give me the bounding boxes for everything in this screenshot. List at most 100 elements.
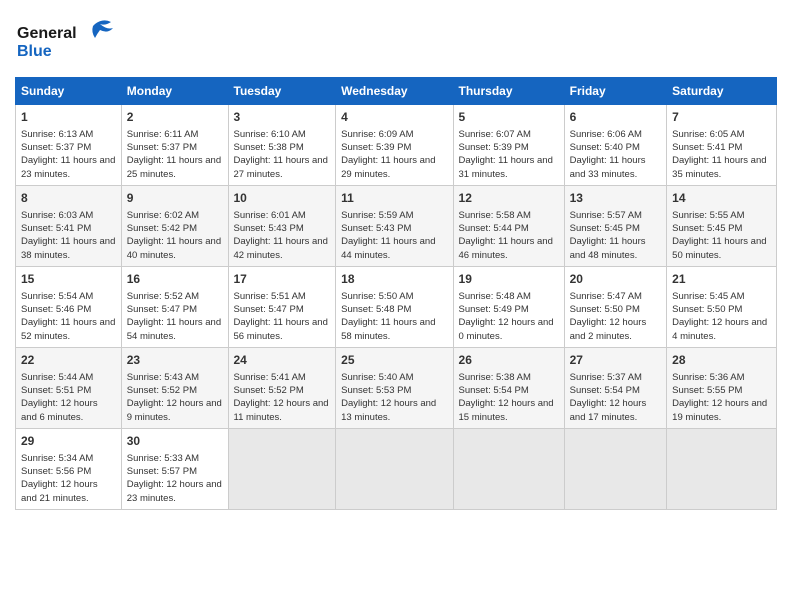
sunrise: Sunrise: 6:07 AM <box>459 129 531 140</box>
daylight: Daylight: 12 hours and 4 minutes. <box>672 317 767 341</box>
sunrise: Sunrise: 5:51 AM <box>234 291 306 302</box>
day-number: 1 <box>21 109 116 126</box>
daylight: Daylight: 11 hours and 54 minutes. <box>127 317 221 341</box>
sunset: Sunset: 5:52 PM <box>234 385 304 396</box>
day-header-monday: Monday <box>121 78 228 105</box>
day-number: 7 <box>672 109 771 126</box>
calendar-cell: 14Sunrise: 5:55 AMSunset: 5:45 PMDayligh… <box>667 185 777 266</box>
sunset: Sunset: 5:55 PM <box>672 385 742 396</box>
sunset: Sunset: 5:50 PM <box>672 304 742 315</box>
sunset: Sunset: 5:54 PM <box>459 385 529 396</box>
day-header-sunday: Sunday <box>16 78 122 105</box>
sunset: Sunset: 5:45 PM <box>672 223 742 234</box>
day-number: 29 <box>21 433 116 450</box>
calendar-row-1: 1Sunrise: 6:13 AMSunset: 5:37 PMDaylight… <box>16 105 777 186</box>
daylight: Daylight: 11 hours and 27 minutes. <box>234 155 328 179</box>
logo-svg: General Blue <box>15 16 125 66</box>
sunset: Sunset: 5:51 PM <box>21 385 91 396</box>
sunset: Sunset: 5:43 PM <box>234 223 304 234</box>
sunset: Sunset: 5:41 PM <box>672 142 742 153</box>
calendar-cell: 2Sunrise: 6:11 AMSunset: 5:37 PMDaylight… <box>121 105 228 186</box>
sunset: Sunset: 5:39 PM <box>459 142 529 153</box>
sunset: Sunset: 5:56 PM <box>21 466 91 477</box>
sunset: Sunset: 5:40 PM <box>570 142 640 153</box>
sunrise: Sunrise: 5:59 AM <box>341 210 413 221</box>
day-header-thursday: Thursday <box>453 78 564 105</box>
calendar-cell: 25Sunrise: 5:40 AMSunset: 5:53 PMDayligh… <box>336 347 453 428</box>
calendar-cell <box>667 428 777 509</box>
calendar-cell: 29 Sunrise: 5:34 AM Sunset: 5:56 PM Dayligh… <box>16 428 122 509</box>
sunset: Sunset: 5:53 PM <box>341 385 411 396</box>
day-number: 5 <box>459 109 559 126</box>
day-number: 15 <box>21 271 116 288</box>
calendar-cell: 11Sunrise: 5:59 AMSunset: 5:43 PMDayligh… <box>336 185 453 266</box>
sunset: Sunset: 5:49 PM <box>459 304 529 315</box>
daylight: Daylight: 11 hours and 50 minutes. <box>672 236 766 260</box>
sunset: Sunset: 5:46 PM <box>21 304 91 315</box>
sunset: Sunset: 5:42 PM <box>127 223 197 234</box>
day-header-saturday: Saturday <box>667 78 777 105</box>
daylight: Daylight: 11 hours and 23 minutes. <box>21 155 115 179</box>
day-number: 25 <box>341 352 447 369</box>
day-number: 24 <box>234 352 331 369</box>
day-number: 27 <box>570 352 662 369</box>
calendar-cell: 10Sunrise: 6:01 AMSunset: 5:43 PMDayligh… <box>228 185 336 266</box>
page-header: General Blue <box>15 10 777 71</box>
day-header-wednesday: Wednesday <box>336 78 453 105</box>
day-number: 10 <box>234 190 331 207</box>
calendar-cell <box>453 428 564 509</box>
calendar-cell: 15Sunrise: 5:54 AMSunset: 5:46 PMDayligh… <box>16 266 122 347</box>
calendar-cell: 6Sunrise: 6:06 AMSunset: 5:40 PMDaylight… <box>564 105 667 186</box>
sunset: Sunset: 5:52 PM <box>127 385 197 396</box>
daylight: Daylight: 11 hours and 46 minutes. <box>459 236 553 260</box>
sunrise: Sunrise: 5:33 AM <box>127 453 199 464</box>
calendar-cell: 27Sunrise: 5:37 AMSunset: 5:54 PMDayligh… <box>564 347 667 428</box>
calendar-cell: 3Sunrise: 6:10 AMSunset: 5:38 PMDaylight… <box>228 105 336 186</box>
calendar-cell: 17Sunrise: 5:51 AMSunset: 5:47 PMDayligh… <box>228 266 336 347</box>
day-number: 17 <box>234 271 331 288</box>
calendar-cell: 13Sunrise: 5:57 AMSunset: 5:45 PMDayligh… <box>564 185 667 266</box>
sunrise: Sunrise: 5:34 AM <box>21 453 93 464</box>
sunrise: Sunrise: 5:36 AM <box>672 372 744 383</box>
calendar-cell: 23Sunrise: 5:43 AMSunset: 5:52 PMDayligh… <box>121 347 228 428</box>
day-number: 16 <box>127 271 223 288</box>
calendar-cell: 4Sunrise: 6:09 AMSunset: 5:39 PMDaylight… <box>336 105 453 186</box>
calendar-cell: 1Sunrise: 6:13 AMSunset: 5:37 PMDaylight… <box>16 105 122 186</box>
daylight: Daylight: 11 hours and 42 minutes. <box>234 236 328 260</box>
sunrise: Sunrise: 6:10 AM <box>234 129 306 140</box>
calendar-row-5: 29 Sunrise: 5:34 AM Sunset: 5:56 PM Dayligh… <box>16 428 777 509</box>
day-number: 26 <box>459 352 559 369</box>
logo-text: General Blue <box>15 16 125 71</box>
sunrise: Sunrise: 5:43 AM <box>127 372 199 383</box>
calendar-cell: 30Sunrise: 5:33 AMSunset: 5:57 PMDayligh… <box>121 428 228 509</box>
sunrise: Sunrise: 5:48 AM <box>459 291 531 302</box>
day-number: 21 <box>672 271 771 288</box>
sunset: Sunset: 5:47 PM <box>234 304 304 315</box>
sunset: Sunset: 5:45 PM <box>570 223 640 234</box>
calendar-row-3: 15 Sunrise: 5:54 AM Sunset: 5:46 PM Dayligh… <box>16 266 777 347</box>
calendar-cell <box>336 428 453 509</box>
calendar-cell: 28Sunrise: 5:36 AMSunset: 5:55 PMDayligh… <box>667 347 777 428</box>
sunset: Sunset: 5:50 PM <box>570 304 640 315</box>
sunrise: Sunrise: 5:40 AM <box>341 372 413 383</box>
day-number: 13 <box>570 190 662 207</box>
day-header-tuesday: Tuesday <box>228 78 336 105</box>
day-number: 14 <box>672 190 771 207</box>
sunrise: Sunrise: 5:44 AM <box>21 372 93 383</box>
logo: General Blue <box>15 16 125 71</box>
day-number: 2 <box>127 109 223 126</box>
day-number: 9 <box>127 190 223 207</box>
calendar-cell: 7Sunrise: 6:05 AMSunset: 5:41 PMDaylight… <box>667 105 777 186</box>
day-number: 20 <box>570 271 662 288</box>
sunrise: Sunrise: 5:38 AM <box>459 372 531 383</box>
sunrise: Sunrise: 5:54 AM <box>21 291 93 302</box>
daylight: Daylight: 12 hours and 21 minutes. <box>21 479 98 503</box>
calendar-cell: 20Sunrise: 5:47 AMSunset: 5:50 PMDayligh… <box>564 266 667 347</box>
sunrise: Sunrise: 6:09 AM <box>341 129 413 140</box>
calendar-cell: 24Sunrise: 5:41 AMSunset: 5:52 PMDayligh… <box>228 347 336 428</box>
daylight: Daylight: 11 hours and 33 minutes. <box>570 155 646 179</box>
day-number: 8 <box>21 190 116 207</box>
sunset: Sunset: 5:37 PM <box>127 142 197 153</box>
calendar-cell: 22Sunrise: 5:44 AMSunset: 5:51 PMDayligh… <box>16 347 122 428</box>
calendar-row-2: 8Sunrise: 6:03 AMSunset: 5:41 PMDaylight… <box>16 185 777 266</box>
